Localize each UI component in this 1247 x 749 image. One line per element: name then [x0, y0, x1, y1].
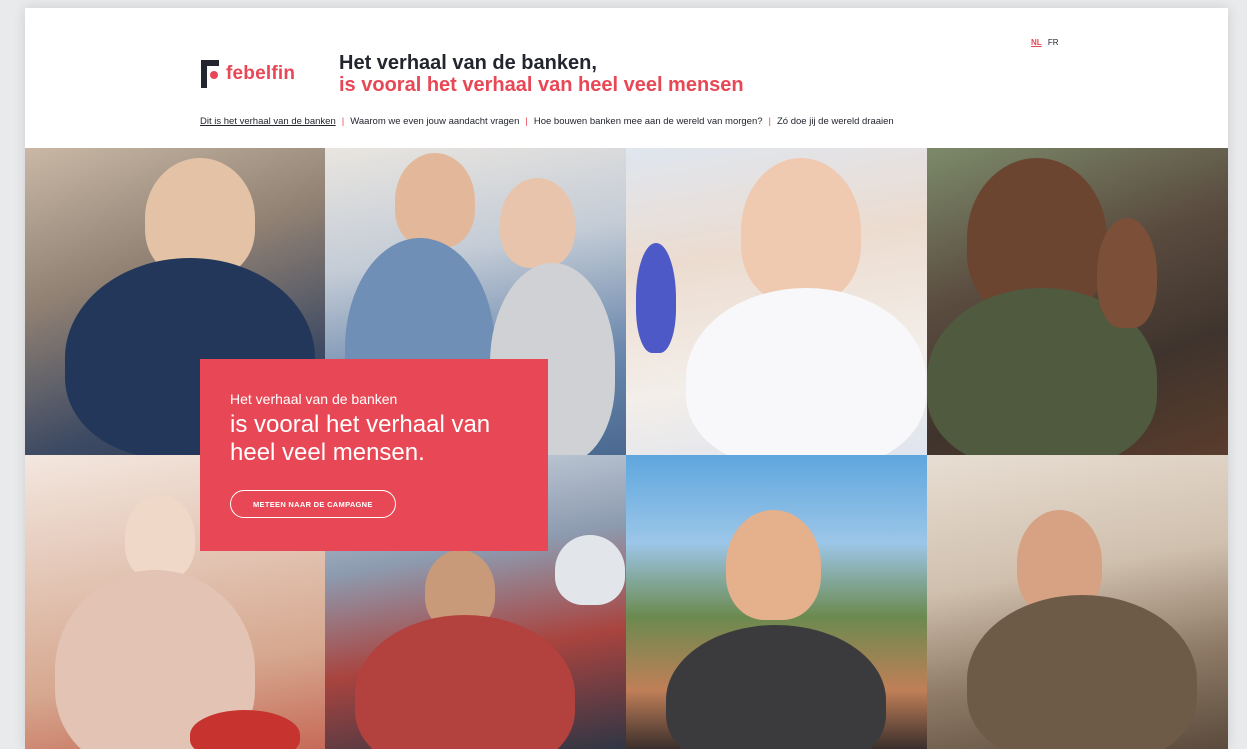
main-navigation: Dit is het verhaal van de banken | Waarom …: [200, 116, 894, 127]
language-nl-link[interactable]: NL: [1031, 38, 1042, 47]
nav-item-aandacht[interactable]: Waarom we even jouw aandacht vragen: [350, 116, 519, 127]
nav-item-verhaal[interactable]: Dit is het verhaal van de banken: [200, 116, 336, 127]
photo-hiker-selfie: [626, 455, 927, 749]
campaign-card: Het verhaal van de banken is vooral het …: [200, 359, 548, 551]
headline-line-2: is vooral het verhaal van heel veel mens…: [339, 74, 744, 96]
language-fr-link[interactable]: FR: [1048, 38, 1059, 47]
page-headline: Het verhaal van de banken, is vooral het…: [339, 52, 744, 96]
language-switcher: NL FR: [1031, 38, 1059, 47]
photo-nurse: [626, 148, 927, 455]
page: febelfin Het verhaal van de banken, is v…: [25, 8, 1228, 749]
nav-item-wereld-draaien[interactable]: Zó doe jij de wereld draaien: [777, 116, 894, 127]
nav-separator: |: [768, 116, 771, 127]
nav-separator: |: [341, 116, 345, 127]
febelfin-logo-icon: [201, 60, 219, 88]
nav-item-wereld-van-morgen[interactable]: Hoe bouwen banken mee aan de wereld van …: [534, 116, 763, 127]
nav-separator: |: [525, 116, 528, 127]
campaign-card-title: is vooral het verhaal van heel veel mens…: [230, 411, 491, 466]
campaign-cta-button[interactable]: METEEN NAAR DE CAMPAGNE: [230, 490, 396, 518]
febelfin-logo[interactable]: febelfin: [201, 60, 295, 88]
campaign-card-subtitle: Het verhaal van de banken: [230, 391, 398, 407]
logo-text: febelfin: [226, 63, 296, 84]
headline-line-1: Het verhaal van de banken,: [339, 52, 597, 74]
photo-senior-man: [927, 455, 1228, 749]
photo-driver: [927, 148, 1228, 455]
